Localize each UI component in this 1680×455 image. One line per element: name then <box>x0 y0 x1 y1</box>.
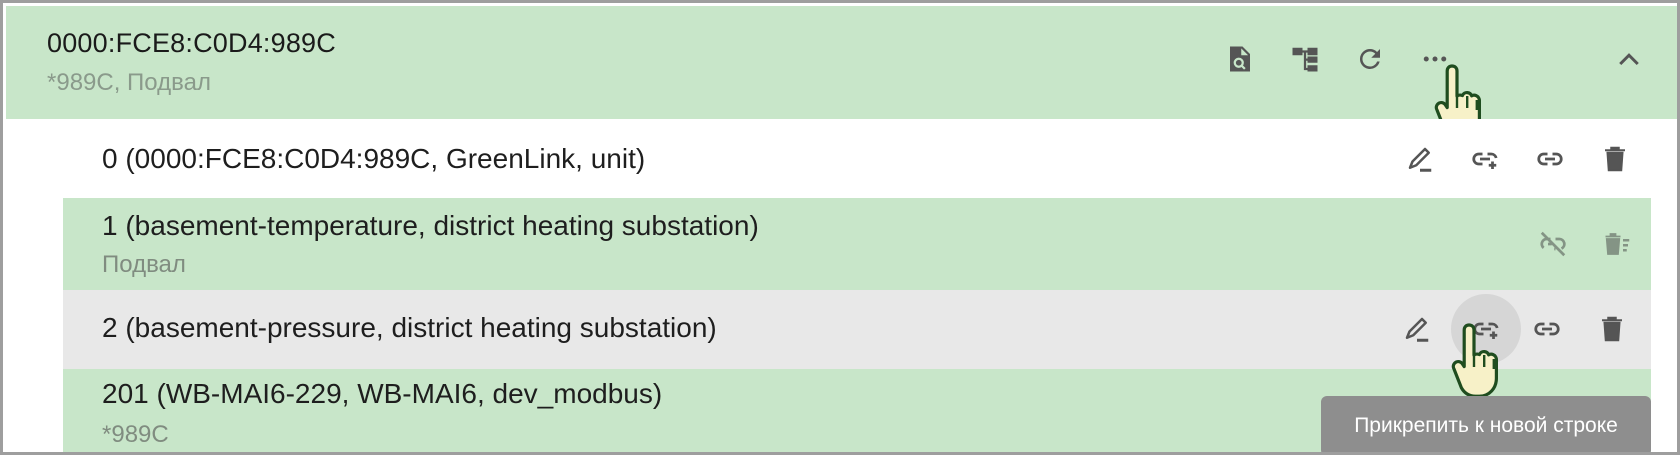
tooltip: Прикрепить к новой строке <box>1321 396 1651 452</box>
link-icon[interactable] <box>1527 309 1567 349</box>
row-label: 0 (0000:FCE8:C0D4:989C, GreenLink, unit) <box>102 143 646 174</box>
link-icon[interactable] <box>1530 139 1570 179</box>
tree-icon[interactable] <box>1285 39 1325 79</box>
row-sublabel: *989C <box>102 421 169 448</box>
list-item[interactable]: 1 (basement-temperature, district heatin… <box>63 198 1651 290</box>
link-off-icon[interactable] <box>1533 224 1573 264</box>
delete-icon[interactable] <box>1595 139 1635 179</box>
row-sublabel: Подвал <box>102 251 186 278</box>
refresh-icon[interactable] <box>1350 39 1390 79</box>
document-search-icon[interactable] <box>1220 39 1260 79</box>
edit-icon[interactable] <box>1397 309 1437 349</box>
device-subtitle: *989C, Подвал <box>47 69 211 96</box>
list-item[interactable]: 0 (0000:FCE8:C0D4:989C, GreenLink, unit) <box>6 119 1677 198</box>
row-label: 1 (basement-temperature, district heatin… <box>102 210 759 241</box>
device-panel: 0000:FCE8:C0D4:989C *989C, Подвал 0 (000… <box>0 0 1680 455</box>
list-item[interactable]: 2 (basement-pressure, district heating s… <box>63 290 1651 369</box>
delete-icon[interactable] <box>1592 309 1632 349</box>
edit-icon[interactable] <box>1400 139 1440 179</box>
hand-cursor-icon <box>1451 321 1511 401</box>
device-header[interactable]: 0000:FCE8:C0D4:989C *989C, Подвал <box>6 6 1677 139</box>
delete-sweep-icon[interactable] <box>1598 224 1638 264</box>
chevron-up-icon[interactable] <box>1609 39 1649 79</box>
row-label: 2 (basement-pressure, district heating s… <box>102 312 717 343</box>
link-add-icon[interactable] <box>1465 139 1505 179</box>
device-title: 0000:FCE8:C0D4:989C <box>47 28 336 58</box>
row-label: 201 (WB-MAI6-229, WB-MAI6, dev_modbus) <box>102 378 663 409</box>
